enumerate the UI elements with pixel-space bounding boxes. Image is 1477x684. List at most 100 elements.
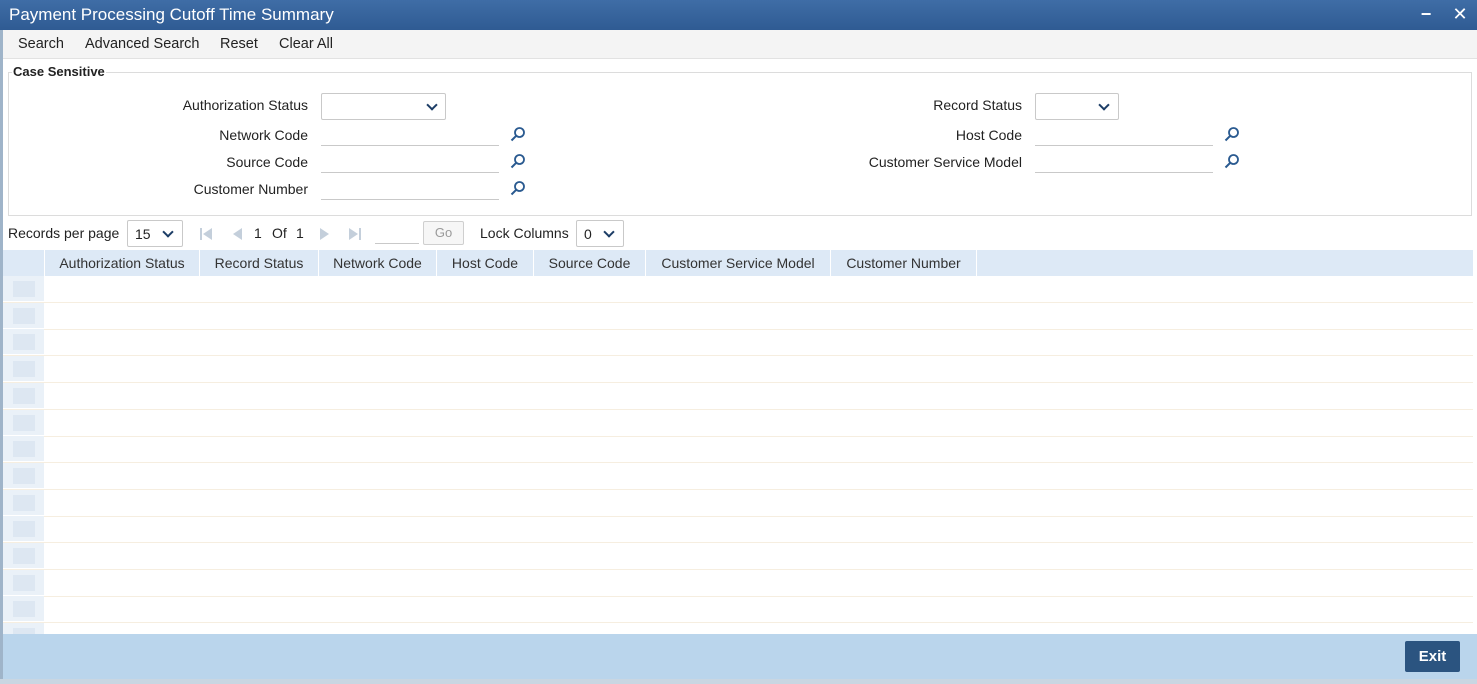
go-button[interactable]: Go <box>423 221 464 245</box>
row-select-cell[interactable] <box>3 382 44 409</box>
column-header-source-code[interactable]: Source Code <box>534 250 646 276</box>
column-header-record-status[interactable]: Record Status <box>200 250 319 276</box>
column-header-host-code[interactable]: Host Code <box>437 250 534 276</box>
network-code-lookup-search-icon[interactable] <box>510 126 526 142</box>
table-row[interactable] <box>3 356 1473 384</box>
clear-all-button[interactable]: Clear All <box>279 36 333 52</box>
row-select-cell[interactable] <box>3 329 44 356</box>
column-header-authorization-status[interactable]: Authorization Status <box>45 250 200 276</box>
table-row[interactable] <box>3 623 1473 634</box>
exit-button[interactable]: Exit <box>1405 641 1460 672</box>
minimize-icon[interactable]: − <box>1415 3 1437 25</box>
row-select-checkbox[interactable] <box>13 441 35 458</box>
column-header-customer-number[interactable]: Customer Number <box>831 250 977 276</box>
table-row[interactable] <box>3 596 1473 624</box>
row-select-checkbox[interactable] <box>13 361 35 378</box>
row-select-checkbox[interactable] <box>13 574 35 591</box>
customer-service-model-input[interactable] <box>1035 149 1213 173</box>
table-row[interactable] <box>3 543 1473 570</box>
record-status-select[interactable] <box>1035 93 1119 120</box>
search-button[interactable]: Search <box>18 36 64 52</box>
total-pages: 1 <box>296 225 304 241</box>
row-select-cell[interactable] <box>3 623 44 634</box>
row-select-cell[interactable] <box>3 436 44 463</box>
results-grid-header: Authorization Status Record Status Netwo… <box>3 250 1473 276</box>
table-row[interactable] <box>3 569 1473 597</box>
close-icon[interactable]: ✕ <box>1449 3 1471 25</box>
source-code-lookup-search-icon[interactable] <box>510 153 526 169</box>
lock-columns-select[interactable]: 0 <box>576 220 624 247</box>
select-all-column-header[interactable] <box>3 250 45 276</box>
table-row[interactable] <box>3 436 1473 464</box>
footer-bar <box>3 634 1477 679</box>
customer-service-model-lookup-search-icon[interactable] <box>1224 153 1240 169</box>
previous-page-icon[interactable] <box>229 226 245 242</box>
table-row[interactable] <box>3 302 1473 330</box>
host-code-input[interactable] <box>1035 122 1213 146</box>
window-frame-bottom <box>0 679 1477 684</box>
authorization-status-label: Authorization Status <box>182 97 308 113</box>
row-select-cell[interactable] <box>3 543 44 569</box>
column-header-network-code[interactable]: Network Code <box>319 250 437 276</box>
row-select-checkbox[interactable] <box>13 414 35 431</box>
record-status-label: Record Status <box>933 97 1022 113</box>
row-select-checkbox[interactable] <box>13 548 35 564</box>
case-sensitive-legend: Case Sensitive <box>12 64 106 79</box>
table-row[interactable] <box>3 462 1473 490</box>
table-row[interactable] <box>3 382 1473 410</box>
results-grid-body <box>3 276 1473 634</box>
row-select-checkbox[interactable] <box>13 387 35 404</box>
customer-number-input[interactable] <box>321 176 499 200</box>
go-to-page-input[interactable] <box>375 222 419 244</box>
lock-columns-label: Lock Columns <box>480 225 569 241</box>
row-select-cell[interactable] <box>3 302 44 329</box>
row-select-checkbox[interactable] <box>13 281 35 297</box>
table-row[interactable] <box>3 516 1473 544</box>
row-select-cell[interactable] <box>3 569 44 596</box>
window-frame-left <box>0 30 3 684</box>
row-select-cell[interactable] <box>3 462 44 489</box>
row-select-checkbox[interactable] <box>13 494 35 511</box>
network-code-label: Network Code <box>219 127 308 143</box>
row-select-cell[interactable] <box>3 516 44 543</box>
row-select-cell[interactable] <box>3 276 44 302</box>
last-page-icon[interactable] <box>347 226 363 242</box>
table-row[interactable] <box>3 489 1473 517</box>
lock-columns-value: 0 <box>584 226 592 242</box>
row-select-checkbox[interactable] <box>13 467 35 484</box>
host-code-lookup-search-icon[interactable] <box>1224 126 1240 142</box>
row-select-cell[interactable] <box>3 409 44 436</box>
table-row[interactable] <box>3 329 1473 357</box>
of-label: Of <box>272 225 287 241</box>
authorization-status-select[interactable] <box>321 93 446 120</box>
row-select-checkbox[interactable] <box>13 334 35 351</box>
window-title: Payment Processing Cutoff Time Summary <box>9 5 334 24</box>
toolbar: Search Advanced Search Reset Clear All <box>0 30 1477 59</box>
chevron-down-icon <box>426 99 438 111</box>
source-code-input[interactable] <box>321 149 499 173</box>
row-select-cell[interactable] <box>3 489 44 516</box>
records-per-page-select[interactable]: 15 <box>127 220 183 247</box>
customer-number-label: Customer Number <box>193 181 308 197</box>
current-page: 1 <box>254 225 262 241</box>
reset-button[interactable]: Reset <box>220 36 258 52</box>
table-row[interactable] <box>3 409 1473 437</box>
title-bar: Payment Processing Cutoff Time Summary −… <box>0 0 1477 30</box>
records-per-page-label: Records per page <box>8 225 120 241</box>
first-page-icon[interactable] <box>198 226 214 242</box>
table-row[interactable] <box>3 276 1473 303</box>
row-select-checkbox[interactable] <box>13 307 35 324</box>
column-header-customer-service-model[interactable]: Customer Service Model <box>646 250 831 276</box>
chevron-down-icon <box>1098 99 1110 111</box>
next-page-icon[interactable] <box>317 226 333 242</box>
network-code-input[interactable] <box>321 122 499 146</box>
row-select-checkbox[interactable] <box>13 521 35 538</box>
source-code-label: Source Code <box>226 154 308 170</box>
chevron-down-icon <box>162 226 174 238</box>
row-select-cell[interactable] <box>3 596 44 623</box>
row-select-checkbox[interactable] <box>13 601 35 618</box>
row-select-cell[interactable] <box>3 356 44 383</box>
advanced-search-button[interactable]: Advanced Search <box>85 36 199 52</box>
chevron-down-icon <box>603 226 615 238</box>
customer-number-lookup-search-icon[interactable] <box>510 180 526 196</box>
